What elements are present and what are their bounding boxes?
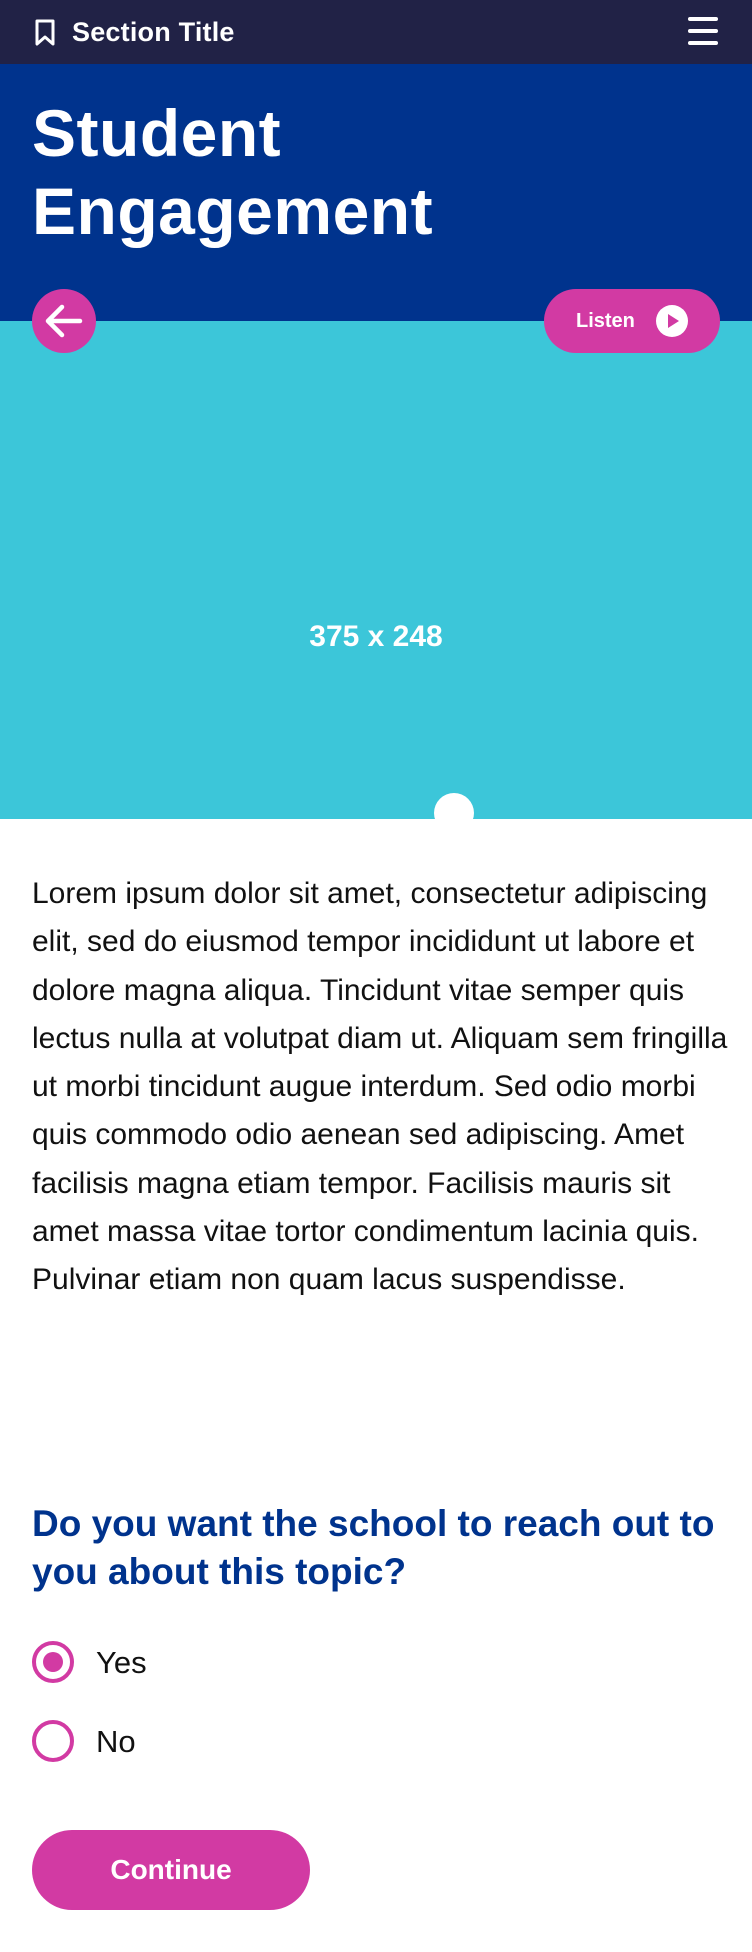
option-label-yes: Yes (96, 1645, 147, 1680)
image-size-label: 375 x 248 (309, 620, 443, 653)
top-bar: Section Title (0, 0, 752, 64)
radio-option-no[interactable]: No (32, 1720, 332, 1770)
question-heading: Do you want the school to reach out to y… (32, 1503, 715, 1592)
radio-button-yes[interactable] (32, 1641, 74, 1683)
back-button[interactable] (32, 289, 96, 353)
section-title: Section Title (72, 17, 235, 47)
listen-button[interactable]: Listen (544, 289, 720, 353)
bookmark-icon[interactable] (34, 19, 56, 47)
page-title: Student Engagement (32, 96, 434, 248)
listen-label: Listen (576, 310, 635, 332)
radio-button-no[interactable] (32, 1720, 74, 1762)
radio-option-yes[interactable]: Yes (32, 1641, 332, 1691)
play-circle-icon (656, 305, 688, 337)
hamburger-menu-icon[interactable] (686, 15, 722, 49)
option-label-no: No (96, 1724, 136, 1759)
arrow-left-icon (45, 304, 83, 338)
continue-button[interactable]: Continue (32, 1830, 310, 1910)
image-placeholder: 375 x 248 (0, 321, 752, 923)
body-paragraph: Lorem ipsum dolor sit amet, consectetur … (32, 877, 728, 1297)
hero-banner: Student Engagement (0, 64, 752, 321)
